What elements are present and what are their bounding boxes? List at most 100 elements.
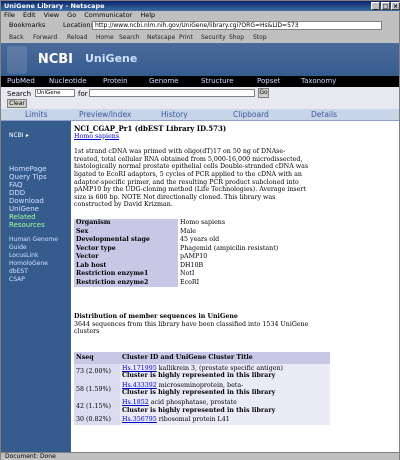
status-bar: Document: Done <box>1 452 399 460</box>
window-title: UniGene Library - Netscape <box>4 2 105 10</box>
menu-go[interactable]: Go <box>67 11 76 19</box>
search-button[interactable]: Search <box>119 32 140 43</box>
sidebar-item-csap[interactable]: CSAP <box>9 276 69 284</box>
distribution-summary: 3644 sequences from this library have be… <box>74 320 309 336</box>
sidebar-item-query-tips[interactable]: Query Tips <box>9 173 71 181</box>
sidebar-item-human-genome-guide[interactable]: Human Genome Guide <box>9 236 69 252</box>
sidebar: NCBI ▸ HomePage Query Tips FAQ DDD Downl… <box>1 121 71 452</box>
distribution-heading: Distribution of member sequences in UniG… <box>74 313 238 320</box>
menu-file[interactable]: File <box>4 11 15 19</box>
sidebar-ncbi-link[interactable]: NCBI ▸ <box>9 131 29 139</box>
database-select[interactable]: UniGene <box>35 89 75 97</box>
attr-value: NotI <box>178 270 284 279</box>
menu-view[interactable]: View <box>44 11 59 19</box>
table-row: Organism Homo sapiens <box>74 219 284 228</box>
netscape-button[interactable]: Netscape <box>147 32 175 43</box>
search-input[interactable] <box>89 89 255 97</box>
attr-key: Sex <box>74 227 178 236</box>
attr-key: Developmental stage <box>74 236 178 245</box>
library-attributes-table: Organism Homo sapiens Sex Male Development… <box>74 219 284 287</box>
bookmarks-button[interactable]: Bookmarks <box>9 21 45 30</box>
cluster-title: acid phosphatase, prostate <box>150 398 237 406</box>
attr-value: DH10B <box>178 261 284 270</box>
cluster-note: Cluster is highly represented in this li… <box>122 372 276 380</box>
url-field[interactable]: http://www.ncbi.nlm.nih.gov/UniGene/libr… <box>92 21 382 30</box>
back-button[interactable]: Back <box>9 32 24 43</box>
menu-communicator[interactable]: Communicator <box>84 11 132 19</box>
cluster-note: Cluster is highly represented in this li… <box>122 406 276 414</box>
location-label: Location: <box>63 21 93 29</box>
tab-limits[interactable]: Limits <box>25 109 48 121</box>
attr-value: Phagemid (ampicilin resistant) <box>178 244 284 253</box>
search-label: Search <box>7 90 32 98</box>
table-row: Lab host DH10B <box>74 261 284 270</box>
clear-button[interactable]: Clear <box>7 99 27 108</box>
stop-button[interactable]: Stop <box>253 32 267 43</box>
tab-details[interactable]: Details <box>311 109 337 121</box>
unigene-logo: UniGene <box>85 52 138 65</box>
column-header-cluster: Cluster ID and UniGene Cluster Title <box>120 352 330 364</box>
table-row: Vector type Phagemid (ampicilin resistant… <box>74 244 284 253</box>
sidebar-item-faq[interactable]: FAQ <box>9 181 71 189</box>
cluster-id-link[interactable]: Hs.433392 <box>122 382 157 389</box>
maximize-button[interactable]: □ <box>381 2 390 10</box>
column-header-nseq: Nseq <box>74 352 120 364</box>
nseq-cell: 30 (0.82%) <box>74 415 120 425</box>
home-button[interactable]: Home <box>96 32 114 43</box>
print-button[interactable]: Print <box>179 32 193 43</box>
tab-pubmed[interactable]: PubMed <box>7 76 35 87</box>
minimize-button[interactable]: _ <box>371 2 380 10</box>
tab-genome[interactable]: Genome <box>149 76 179 87</box>
attr-value: Male <box>178 227 284 236</box>
cluster-id-link[interactable]: Hs.356795 <box>122 416 157 423</box>
tab-nucleotide[interactable]: Nucleotide <box>49 76 87 87</box>
shop-button[interactable]: Shop <box>229 32 244 43</box>
reload-button[interactable]: Reload <box>67 32 87 43</box>
clusters-table: Nseq Cluster ID and UniGene Cluster Titl… <box>74 352 330 425</box>
sidebar-item-homologene[interactable]: HomoloGene <box>9 260 69 268</box>
table-row: 58 (1.59%) Hs.433392 microseminoprotein,… <box>74 380 330 398</box>
tab-history[interactable]: History <box>161 109 188 121</box>
sidebar-links: HomePage Query Tips FAQ DDD Download Uni… <box>9 165 71 213</box>
cluster-id-link[interactable]: Hs.171995 <box>122 365 157 372</box>
go-button[interactable]: Go <box>258 88 269 98</box>
table-row: Restriction enzyme1 NotI <box>74 270 284 279</box>
table-header-row: Nseq Cluster ID and UniGene Cluster Titl… <box>74 352 330 364</box>
attr-key: Vector type <box>74 244 178 253</box>
tab-popset[interactable]: Popset <box>257 76 280 87</box>
main-content: NCI_CGAP_Pr1 (dbEST Library ID.573) Homo… <box>74 125 392 452</box>
table-row: Restriction enzyme2 EcoRI <box>74 278 284 287</box>
sidebar-item-dbest[interactable]: dbEST <box>9 268 69 276</box>
tab-preview-index[interactable]: Preview/Index <box>79 109 131 121</box>
attr-key: Lab host <box>74 261 178 270</box>
forward-button[interactable]: Forward <box>33 32 57 43</box>
organism-link[interactable]: Homo sapiens <box>74 133 119 140</box>
sidebar-item-homepage[interactable]: HomePage <box>9 165 71 173</box>
attr-value: EcoRI <box>178 278 284 287</box>
menu-help[interactable]: Help <box>140 11 155 19</box>
menu-edit[interactable]: Edit <box>23 11 36 19</box>
cluster-id-link[interactable]: Hs.1852 <box>122 399 149 406</box>
attr-value: pAMP10 <box>178 253 284 262</box>
browser-window: UniGene Library - Netscape _ □ × File Ed… <box>0 0 400 460</box>
cluster-cell: Hs.171995 kallikrein 3, (prostate specif… <box>120 363 330 381</box>
nseq-cell: 42 (1.15%) <box>74 397 120 416</box>
related-resources-heading: Related Resources <box>9 213 45 229</box>
attr-key: Restriction enzyme1 <box>74 270 178 279</box>
attr-key: Vector <box>74 253 178 262</box>
sidebar-item-download[interactable]: Download UniGene <box>9 197 71 213</box>
sidebar-ncbi-label: NCBI <box>9 132 24 139</box>
for-label: for <box>78 90 88 98</box>
tab-structure[interactable]: Structure <box>201 76 234 87</box>
tab-protein[interactable]: Protein <box>103 76 128 87</box>
security-button[interactable]: Security <box>201 32 226 43</box>
close-button[interactable]: × <box>391 2 400 10</box>
cluster-cell: Hs.433392 microseminoprotein, beta- Clus… <box>120 380 330 398</box>
sidebar-item-ddd[interactable]: DDD <box>9 189 71 197</box>
ncbi-logo[interactable]: NCBI <box>13 49 73 71</box>
cluster-title: ribosomal protein L41 <box>158 416 230 424</box>
tab-clipboard[interactable]: Clipboard <box>233 109 269 121</box>
sidebar-item-locuslink[interactable]: LocusLink <box>9 252 69 260</box>
tab-taxonomy[interactable]: Taxonomy <box>301 76 336 87</box>
related-links: Human Genome Guide LocusLink HomoloGene … <box>9 236 69 284</box>
